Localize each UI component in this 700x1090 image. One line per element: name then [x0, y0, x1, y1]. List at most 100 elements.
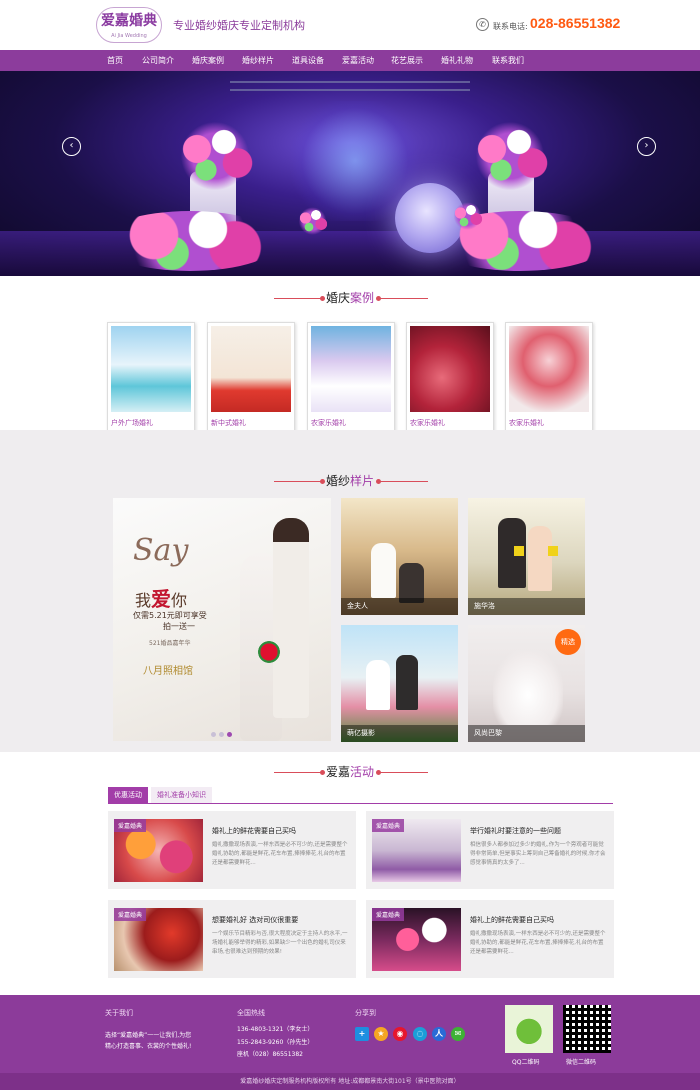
footer-share-title: 分享到 [355, 1009, 376, 1017]
share-tencent-icon[interactable]: ◌ [413, 1027, 427, 1041]
activity-title[interactable]: 想要婚礼好 选对司仪很重要 [212, 915, 298, 925]
gallery-thumb[interactable]: 精选 风尚巴黎 [468, 625, 585, 742]
photo-groom [399, 563, 424, 603]
phone-label: 联系电话: [493, 22, 528, 31]
activity-image: 爱嘉婚典 [372, 819, 461, 882]
section-title-text: 婚纱样片 [325, 474, 375, 488]
phone-number: 028-86551382 [530, 15, 621, 31]
case-card[interactable]: 新中式婚礼 [207, 322, 295, 432]
activity-tag: 爱嘉婚典 [372, 908, 405, 921]
promo-offer: 仅需5.21元即可享受 拍一送一 [133, 611, 207, 631]
activity-title[interactable]: 婚礼上的鲜花需要自己买吗 [212, 826, 296, 836]
wechat-qr-label: 微信二维码 [566, 1059, 597, 1066]
qq-qr-label: QQ二维码 [512, 1059, 540, 1066]
logo[interactable]: 爱嘉婚典 Ai Jia Wedding [96, 7, 162, 43]
flower-arrangement-right [465, 121, 555, 191]
nav-item-about[interactable]: 公司简介 [142, 50, 174, 71]
nav-item-cases[interactable]: 婚庆案例 [192, 50, 224, 71]
nav-item-gifts[interactable]: 婚礼礼物 [441, 50, 473, 71]
section-title-cases: 婚庆案例 [0, 290, 700, 306]
gallery-feature-slide[interactable]: Say 我爱你 仅需5.21元即可享受 拍一送一 521婚品嘉年华 八月照相馆 [113, 498, 331, 741]
slide-dot[interactable] [219, 732, 224, 737]
gallery-thumb-caption: 金夫人 [341, 598, 458, 615]
activity-description: 一个娱乐节目精彩与否,很大程度决定于主持人的水平,一场婚礼能够举得的精彩,如果缺… [212, 931, 348, 955]
gallery-thumb-caption: 萌亿摄影 [341, 725, 458, 742]
nav-item-flowers[interactable]: 花艺展示 [391, 50, 423, 71]
tab-promotions[interactable]: 优惠活动 [108, 787, 148, 804]
slider-prev-button[interactable]: ‹ [62, 137, 81, 156]
title-line-right [380, 772, 428, 773]
bouquet [258, 641, 280, 663]
site-footer: 关于我们 选择“爱嘉婚典”一一让我们,为您 精心打造喜事、衣裳的个性婚礼! 全国… [0, 995, 700, 1090]
slogan: 专业婚纱婚庆专业定制机构 [173, 19, 305, 32]
section-title-text: 爱嘉活动 [325, 765, 375, 779]
title-line-left [274, 298, 322, 299]
footer-about-text: 精心打造喜事、衣裳的个性婚礼! [105, 1043, 192, 1050]
activity-card[interactable]: 爱嘉婚典 婚礼上的鲜花需要自己买吗 婚礼撒撒现场表演,一样东西是必不可少的,还是… [366, 900, 614, 978]
tab-wedding-tips[interactable]: 婚礼准备小知识 [151, 787, 212, 804]
case-card[interactable]: 农家乐婚礼 [406, 322, 494, 432]
nav-item-contact[interactable]: 联系我们 [492, 50, 524, 71]
featured-badge: 精选 [555, 629, 581, 655]
slide-dot-active[interactable] [227, 732, 232, 737]
activity-title[interactable]: 婚礼上的鲜花需要自己买吗 [470, 915, 554, 925]
photo-groom [396, 655, 418, 710]
promo-subtitle: 521婚品嘉年华 [149, 640, 191, 647]
case-caption: 农家乐婚礼 [311, 419, 346, 427]
share-plus-icon[interactable]: + [355, 1027, 369, 1041]
gallery-thumb-caption: 风尚巴黎 [468, 725, 585, 742]
hero-banner[interactable]: ‹ › [0, 71, 700, 276]
activity-tag: 爱嘉婚典 [114, 908, 147, 921]
share-weibo-icon[interactable]: ◉ [393, 1027, 407, 1041]
flower-small-right [450, 201, 485, 231]
nav-item-props[interactable]: 道具设备 [292, 50, 324, 71]
title-dot-left [320, 479, 325, 484]
activity-image: 爱嘉婚典 [114, 819, 203, 882]
case-caption: 农家乐婚礼 [410, 419, 445, 427]
activity-title[interactable]: 举行婚礼时要注意的一些问题 [470, 826, 561, 836]
logo-subtext: Ai Jia Wedding [111, 33, 147, 39]
photo-bride [366, 660, 390, 710]
case-card[interactable]: 农家乐婚礼 [307, 322, 395, 432]
case-caption: 农家乐婚礼 [509, 419, 544, 427]
title-line-left [274, 772, 322, 773]
activity-description: 婚礼撒撒现场表演,一样东西是必不可少的,还是需要整个婚礼协助的,都能是鲜花,花车… [470, 931, 606, 955]
slide-dot[interactable] [211, 732, 216, 737]
case-card[interactable]: 农家乐婚礼 [505, 322, 593, 432]
case-image [311, 326, 391, 412]
share-wechat-icon[interactable]: ✉ [451, 1027, 465, 1041]
activity-image: 爱嘉婚典 [114, 908, 203, 971]
case-image [111, 326, 191, 412]
activity-card[interactable]: 爱嘉婚典 举行婚礼时要注意的一些问题 相信很多人都参加过多少的婚礼,作为一个旁观… [366, 811, 614, 889]
activity-image: 爱嘉婚典 [372, 908, 461, 971]
case-caption: 新中式婚礼 [211, 419, 246, 427]
nav-item-home[interactable]: 首页 [107, 50, 123, 71]
nav-item-gallery[interactable]: 婚纱样片 [242, 50, 274, 71]
section-title-text: 婚庆案例 [325, 291, 375, 305]
activity-description: 婚礼撒撒现场表演,一样东西是必不可少的,还是需要整个婚礼协助的,都能是鲜花,花车… [212, 842, 348, 866]
copyright: 爱嘉婚纱婚庆定制服务机构版权所有 地址:成都都景南大街101号（景中医院对面） [0, 1073, 700, 1090]
activity-card[interactable]: 爱嘉婚典 想要婚礼好 选对司仪很重要 一个娱乐节目精彩与否,很大程度决定于主持人… [108, 900, 356, 978]
stage-truss [230, 81, 470, 91]
share-qzone-icon[interactable]: ★ [374, 1027, 388, 1041]
nav-item-activities[interactable]: 爱嘉活动 [342, 50, 374, 71]
title-line-left [274, 481, 322, 482]
activity-card[interactable]: 爱嘉婚典 婚礼上的鲜花需要自己买吗 婚礼撒撒现场表演,一样东西是必不可少的,还是… [108, 811, 356, 889]
case-image [211, 326, 291, 412]
share-renren-icon[interactable]: 人 [432, 1027, 446, 1041]
promo-headline: 我爱你 [135, 587, 188, 611]
photo-bride [528, 526, 552, 591]
section-title-activities: 爱嘉活动 [0, 764, 700, 780]
footer-hotline: 155-2843-9260（孙先生） [237, 1039, 314, 1046]
qq-qr-code [505, 1005, 553, 1053]
footer-about-text: 选择“爱嘉婚典”一一让我们,为您 [105, 1032, 192, 1039]
footer-hotline-title: 全国热线 [237, 1009, 265, 1017]
flower-bed-left [100, 211, 280, 271]
gallery-thumb[interactable]: 萌亿摄影 [341, 625, 458, 742]
slider-next-button[interactable]: › [637, 137, 656, 156]
main-nav: 首页 公司简介 婚庆案例 婚纱样片 道具设备 爱嘉活动 花艺展示 婚礼礼物 联系… [0, 50, 700, 71]
gallery-thumb[interactable]: 金夫人 [341, 498, 458, 615]
title-dot-left [320, 296, 325, 301]
gallery-thumb[interactable]: 施华洛 [468, 498, 585, 615]
case-card[interactable]: 户外广场婚礼 [107, 322, 195, 432]
